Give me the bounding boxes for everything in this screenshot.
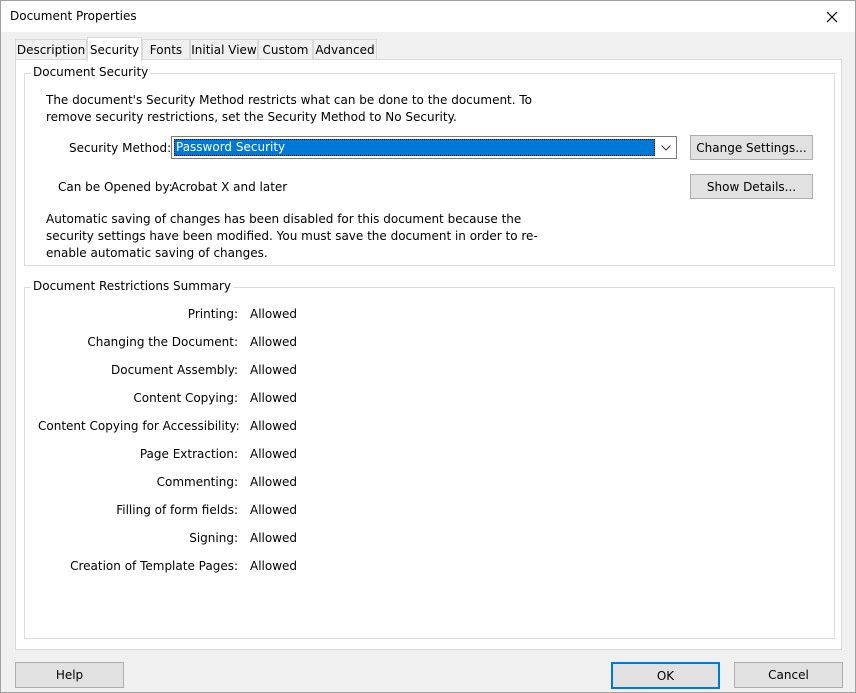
autosave-note-text: Automatic saving of changes has been dis… <box>46 212 538 260</box>
document-properties-dialog: Document Properties Description Security… <box>0 0 856 693</box>
changing-document-value: Allowed <box>250 335 298 349</box>
tab-description[interactable]: Description <box>15 39 87 59</box>
tab-security[interactable]: Security <box>87 37 142 61</box>
security-tab-panel: Document Security The document's Securit… <box>15 59 842 650</box>
opened-by-label: Can be Opened by: <box>58 180 173 194</box>
content-copying-accessibility-label: Content Copying for Accessibility: <box>38 419 240 433</box>
tab-custom[interactable]: Custom <box>258 39 313 59</box>
ok-button[interactable]: OK <box>611 662 720 689</box>
close-button[interactable] <box>809 1 855 32</box>
help-button[interactable]: Help <box>15 662 124 688</box>
commenting-label: Commenting: <box>156 475 238 489</box>
page-extraction-label: Page Extraction: <box>139 447 238 461</box>
security-method-label: Security Method: <box>69 141 172 155</box>
window-title: Document Properties <box>10 9 137 23</box>
change-settings-button[interactable]: Change Settings... <box>690 135 813 160</box>
restrictions-summary-legend: Document Restrictions Summary <box>31 279 234 293</box>
printing-value: Allowed <box>250 307 298 321</box>
tab-advanced[interactable]: Advanced <box>313 39 377 59</box>
printing-label: Printing: <box>187 307 238 321</box>
signing-label: Signing: <box>189 531 238 545</box>
close-icon <box>826 11 838 23</box>
signing-value: Allowed <box>250 531 298 545</box>
filling-form-fields-value: Allowed <box>250 503 298 517</box>
content-copying-accessibility-value: Allowed <box>250 419 298 433</box>
commenting-value: Allowed <box>250 475 298 489</box>
restrictions-summary-group: Document Restrictions Summary Printing: … <box>24 279 835 639</box>
document-security-legend: Document Security <box>31 65 151 79</box>
filling-form-fields-label: Filling of form fields: <box>116 503 238 517</box>
template-pages-value: Allowed <box>250 559 298 573</box>
security-method-value: Password Security <box>174 139 655 156</box>
content-copying-value: Allowed <box>250 391 298 405</box>
tab-fonts[interactable]: Fonts <box>142 39 190 59</box>
page-extraction-value: Allowed <box>250 447 298 461</box>
document-assembly-label: Document Assembly: <box>111 363 238 377</box>
template-pages-label: Creation of Template Pages: <box>70 559 238 573</box>
security-intro-text: The document's Security Method restricts… <box>46 93 533 124</box>
title-bar: Document Properties <box>1 1 855 32</box>
cancel-button[interactable]: Cancel <box>734 662 843 688</box>
opened-by-value: Acrobat X and later <box>171 180 288 194</box>
changing-document-label: Changing the Document: <box>87 335 238 349</box>
document-security-group: Document Security The document's Securit… <box>24 65 835 266</box>
chevron-down-icon[interactable] <box>656 137 676 158</box>
content-copying-label: Content Copying: <box>133 391 238 405</box>
tab-initial-view[interactable]: Initial View <box>190 39 258 59</box>
security-method-select[interactable]: Password Security <box>171 136 677 159</box>
document-assembly-value: Allowed <box>250 363 298 377</box>
show-details-button[interactable]: Show Details... <box>690 174 813 199</box>
